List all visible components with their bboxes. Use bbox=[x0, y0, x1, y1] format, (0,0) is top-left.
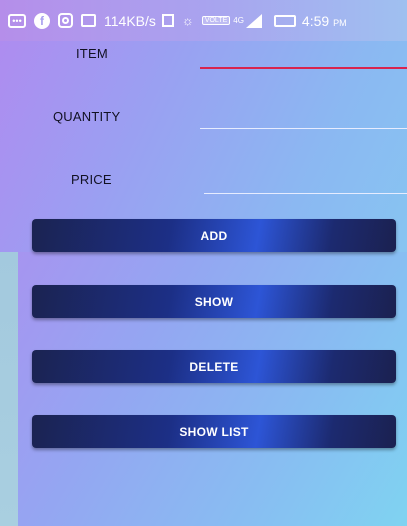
sun-icon: ☼ bbox=[181, 13, 194, 28]
network-speed: 114KB/s bbox=[104, 12, 156, 29]
item-input[interactable] bbox=[200, 42, 407, 68]
battery-icon bbox=[273, 14, 296, 27]
more-icon: ••• bbox=[8, 13, 26, 28]
show-list-button[interactable]: SHOW LIST bbox=[32, 415, 396, 448]
price-underline bbox=[204, 193, 407, 194]
price-input[interactable] bbox=[204, 166, 407, 192]
instagram-icon bbox=[58, 13, 73, 28]
item-underline bbox=[200, 67, 407, 69]
signal-icon bbox=[245, 13, 262, 28]
facebook-icon: f bbox=[34, 12, 50, 29]
show-button[interactable]: SHOW bbox=[32, 285, 396, 318]
quantity-underline bbox=[200, 128, 407, 129]
square-icon bbox=[161, 14, 174, 27]
status-bar: ••• f 114KB/s ☼ VOLTE 4G 4:59 PM bbox=[0, 0, 407, 41]
app-screen: ••• f 114KB/s ☼ VOLTE 4G 4:59 PM ITEM QU… bbox=[0, 0, 407, 526]
volte-icon: VOLTE bbox=[201, 16, 231, 25]
quantity-input[interactable] bbox=[200, 102, 407, 128]
clock-time: 4:59 bbox=[301, 12, 330, 29]
message-icon bbox=[81, 14, 96, 27]
delete-button[interactable]: DELETE bbox=[32, 350, 396, 383]
network-type: 4G bbox=[233, 16, 244, 25]
left-edge-strip bbox=[0, 252, 18, 526]
quantity-label: QUANTITY bbox=[53, 109, 121, 124]
price-label: PRICE bbox=[71, 172, 112, 187]
clock-ampm: PM bbox=[333, 17, 347, 28]
add-button[interactable]: ADD bbox=[32, 219, 396, 252]
clock: 4:59 PM bbox=[302, 13, 347, 29]
item-label: ITEM bbox=[76, 46, 108, 61]
